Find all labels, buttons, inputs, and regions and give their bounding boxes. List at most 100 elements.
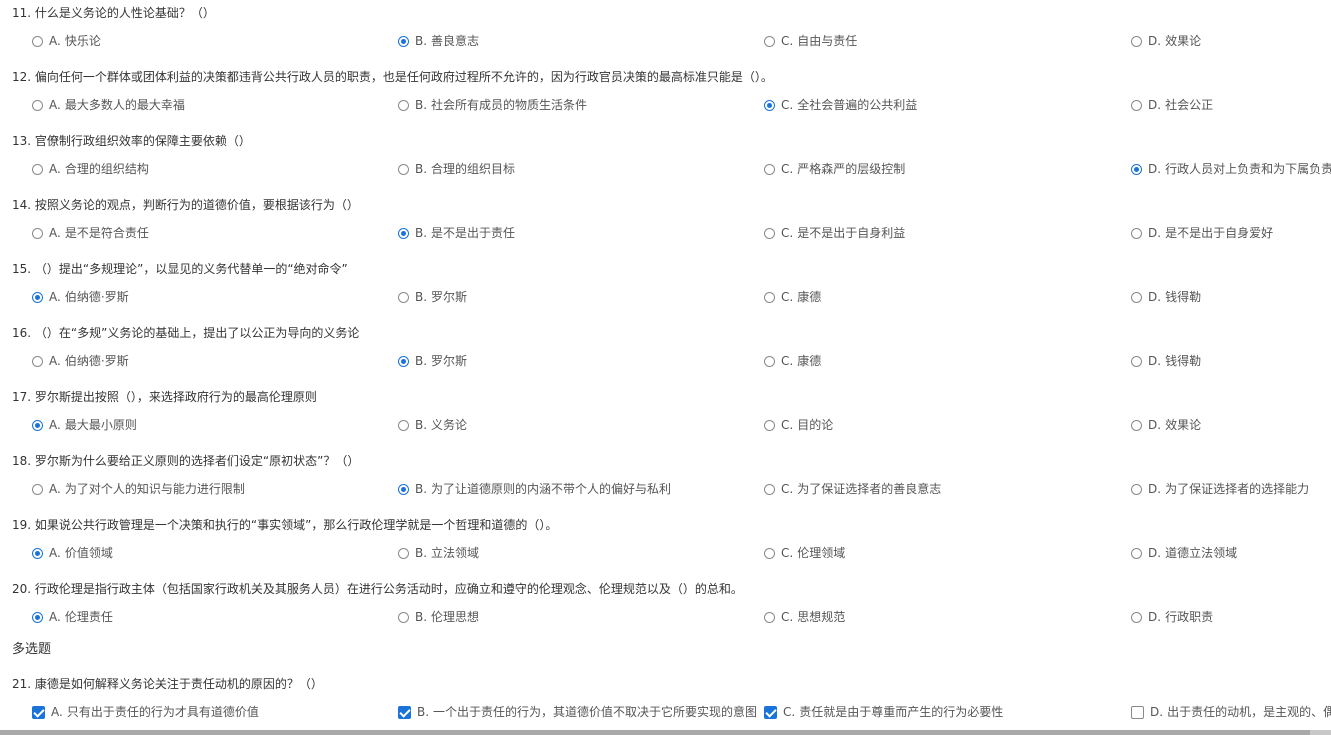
q18-option-d[interactable]: D. 为了保证选择者的选择能力 xyxy=(1131,481,1309,497)
option-radio[interactable] xyxy=(32,163,43,175)
option-checkbox[interactable] xyxy=(1131,705,1144,719)
q15-option-b[interactable]: B. 罗尔斯 xyxy=(398,289,467,305)
option-radio[interactable] xyxy=(764,163,775,175)
option-letter: B. xyxy=(415,354,428,368)
option-radio[interactable] xyxy=(32,611,43,623)
q12-option-c[interactable]: C. 全社会普遍的公共利益 xyxy=(764,97,917,113)
horizontal-scrollbar-thumb[interactable] xyxy=(0,730,1310,735)
option-radio[interactable] xyxy=(32,355,43,367)
q14-option-b[interactable]: B. 是不是出于责任 xyxy=(398,225,515,241)
q12-option-b[interactable]: B. 社会所有成员的物质生活条件 xyxy=(398,97,587,113)
option-letter: D. xyxy=(1148,482,1162,496)
q12-option-d[interactable]: D. 社会公正 xyxy=(1131,97,1213,113)
option-radio[interactable] xyxy=(1131,419,1142,431)
option-radio[interactable] xyxy=(1131,291,1142,303)
option-radio[interactable] xyxy=(398,483,409,495)
q19-option-c[interactable]: C. 伦理领域 xyxy=(764,545,845,561)
q11-option-a[interactable]: A. 快乐论 xyxy=(32,33,101,49)
option-radio[interactable] xyxy=(1131,611,1142,623)
q12-option-a[interactable]: A. 最大多数人的最大幸福 xyxy=(32,97,185,113)
option-radio[interactable] xyxy=(398,227,409,239)
q18-option-a[interactable]: A. 为了对个人的知识与能力进行限制 xyxy=(32,481,245,497)
q19-option-b[interactable]: B. 立法领域 xyxy=(398,545,479,561)
q16-option-a[interactable]: A. 伯纳德·罗斯 xyxy=(32,353,129,369)
q13-option-b[interactable]: B. 合理的组织目标 xyxy=(398,161,515,177)
option-radio[interactable] xyxy=(1131,35,1142,47)
option-checkbox[interactable] xyxy=(32,705,45,719)
option-radio[interactable] xyxy=(398,35,409,47)
option-radio[interactable] xyxy=(32,547,43,559)
option-radio[interactable] xyxy=(32,35,43,47)
option-text: 道德立法领域 xyxy=(1165,546,1238,560)
q15-option-c[interactable]: C. 康德 xyxy=(764,289,821,305)
option-radio[interactable] xyxy=(398,355,409,367)
option-radio[interactable] xyxy=(764,35,775,47)
q21-option-b[interactable]: B. 一个出于责任的行为，其道德价值不取决于它所要实现的意图 xyxy=(398,704,757,720)
option-radio[interactable] xyxy=(1131,99,1142,111)
option-radio[interactable] xyxy=(32,483,43,495)
q17-option-b[interactable]: B. 义务论 xyxy=(398,417,467,433)
q16-option-d[interactable]: D. 钱得勒 xyxy=(1131,353,1201,369)
q14-option-d[interactable]: D. 是不是出于自身爱好 xyxy=(1131,225,1273,241)
option-radio[interactable] xyxy=(764,291,775,303)
option-text: 是不是出于自身利益 xyxy=(797,226,906,240)
q17-option-a[interactable]: A. 最大最小原则 xyxy=(32,417,137,433)
option-radio[interactable] xyxy=(764,611,775,623)
q21-option-d[interactable]: D.出于责任的动机，是主观的、偶然的 xyxy=(1131,704,1331,720)
option-radio[interactable] xyxy=(1131,547,1142,559)
q11-option-c[interactable]: C. 自由与责任 xyxy=(764,33,857,49)
option-text: 最大多数人的最大幸福 xyxy=(64,98,185,112)
option-radio[interactable] xyxy=(32,99,43,111)
q18-option-b[interactable]: B. 为了让道德原则的内涵不带个人的偏好与私利 xyxy=(398,481,671,497)
option-radio[interactable] xyxy=(764,227,775,239)
option-radio[interactable] xyxy=(32,227,43,239)
q21-option-c[interactable]: C. 责任就是由于尊重而产生的行为必要性 xyxy=(764,704,1003,720)
q19-option-a[interactable]: A. 价值领域 xyxy=(32,545,113,561)
option-radio[interactable] xyxy=(398,547,409,559)
option-radio[interactable] xyxy=(32,419,43,431)
option-text: 合理的组织目标 xyxy=(431,162,516,176)
q17-option-d[interactable]: D. 效果论 xyxy=(1131,417,1201,433)
option-letter: D. xyxy=(1150,705,1164,719)
q14-option-a[interactable]: A. 是不是符合责任 xyxy=(32,225,149,241)
option-radio[interactable] xyxy=(764,419,775,431)
q17-option-c[interactable]: C. 目的论 xyxy=(764,417,833,433)
q21-option-a[interactable]: A. 只有出于责任的行为才具有道德价值 xyxy=(32,704,259,720)
q11-option-d[interactable]: D. 效果论 xyxy=(1131,33,1201,49)
q13-option-a[interactable]: A. 合理的组织结构 xyxy=(32,161,149,177)
option-radio[interactable] xyxy=(398,291,409,303)
option-radio[interactable] xyxy=(32,291,43,303)
q20-option-a[interactable]: A. 伦理责任 xyxy=(32,609,113,625)
option-radio[interactable] xyxy=(764,547,775,559)
q16-option-c[interactable]: C. 康德 xyxy=(764,353,821,369)
q20-option-c[interactable]: C. 思想规范 xyxy=(764,609,845,625)
option-radio[interactable] xyxy=(764,99,775,111)
option-radio[interactable] xyxy=(398,419,409,431)
q20-option-b[interactable]: B. 伦理思想 xyxy=(398,609,479,625)
option-text: 自由与责任 xyxy=(797,34,858,48)
option-radio[interactable] xyxy=(764,355,775,367)
option-checkbox[interactable] xyxy=(764,705,777,719)
q14-option-c[interactable]: C. 是不是出于自身利益 xyxy=(764,225,905,241)
option-text: 伦理思想 xyxy=(431,610,480,624)
option-letter: B. xyxy=(415,610,428,624)
q19-option-d[interactable]: D. 道德立法领域 xyxy=(1131,545,1237,561)
q15-option-d[interactable]: D. 钱得勒 xyxy=(1131,289,1201,305)
q13-option-d[interactable]: D. 行政人员对上负责和为下属负责 xyxy=(1131,161,1331,177)
option-radio[interactable] xyxy=(1131,163,1142,175)
option-radio[interactable] xyxy=(398,99,409,111)
option-checkbox[interactable] xyxy=(398,705,411,719)
option-radio[interactable] xyxy=(1131,227,1142,239)
option-radio[interactable] xyxy=(1131,483,1142,495)
q18-option-c[interactable]: C. 为了保证选择者的善良意志 xyxy=(764,481,941,497)
option-radio[interactable] xyxy=(398,611,409,623)
option-radio[interactable] xyxy=(764,483,775,495)
q13-option-c[interactable]: C. 严格森严的层级控制 xyxy=(764,161,905,177)
q15-option-a[interactable]: A. 伯纳德·罗斯 xyxy=(32,289,129,305)
option-text: 善良意志 xyxy=(431,34,480,48)
q16-option-b[interactable]: B. 罗尔斯 xyxy=(398,353,467,369)
q11-option-b[interactable]: B. 善良意志 xyxy=(398,33,479,49)
option-radio[interactable] xyxy=(1131,355,1142,367)
option-radio[interactable] xyxy=(398,163,409,175)
q20-option-d[interactable]: D. 行政职责 xyxy=(1131,609,1213,625)
